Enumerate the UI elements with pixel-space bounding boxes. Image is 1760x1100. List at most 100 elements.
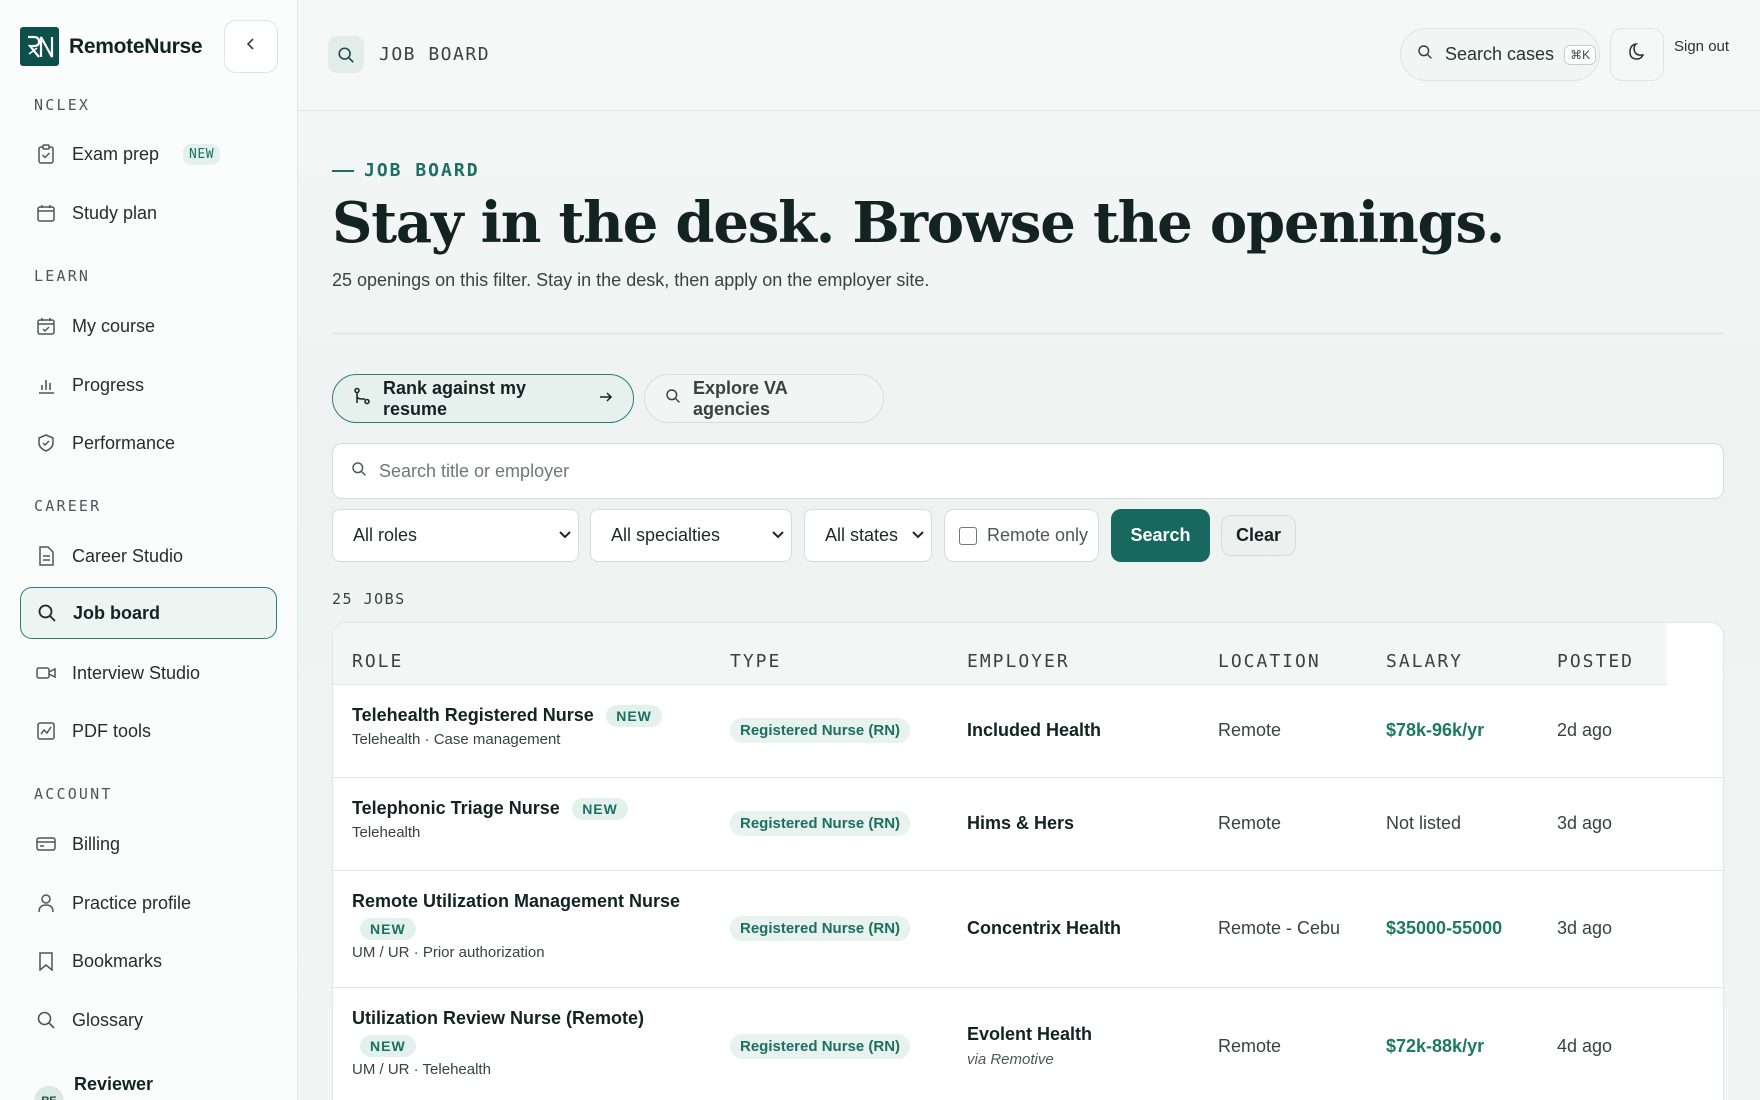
sidebar-item-interview-studio[interactable]: Interview Studio (20, 647, 277, 699)
salary: $72k-88k/yr (1386, 1036, 1485, 1056)
column-header-type[interactable]: TYPE (730, 651, 781, 672)
explore-va-button[interactable]: Explore VA agencies (644, 374, 884, 423)
sidebar-item-career-studio[interactable]: Career Studio (20, 530, 277, 582)
page-title: Stay in the desk. Browse the openings. (332, 190, 1505, 256)
eyebrow: JOB BOARD (332, 160, 480, 181)
avatar: RE (34, 1086, 64, 1100)
search-button[interactable]: Search (1111, 509, 1210, 562)
column-header-posted[interactable]: POSTED (1557, 651, 1634, 672)
page-subtitle: 25 openings on this filter. Stay in the … (332, 270, 930, 290)
employer: Hims & Hers (967, 813, 1075, 833)
employer: Included Health (967, 720, 1102, 740)
table-row[interactable]: Utilization Review Nurse (Remote) NEW UM… (333, 988, 1723, 1100)
search-icon (37, 603, 57, 623)
job-tags: UM / UR · Prior authorization (352, 944, 545, 961)
sidebar-item-bookmarks[interactable]: Bookmarks (20, 935, 277, 987)
column-header-employer[interactable]: EMPLOYER (967, 651, 1070, 672)
type-badge: Registered Nurse (RN) (730, 1034, 911, 1059)
job-title[interactable]: Telehealth Registered Nurse (352, 705, 594, 725)
calendar-check-icon (36, 316, 56, 336)
role-cell: Telephonic Triage Nurse NEW Telehealth (352, 798, 628, 841)
topbar: JOB BOARD Search cases ⌘K Sign out (298, 0, 1760, 111)
roles-select[interactable]: All roles (332, 509, 579, 562)
eyebrow-label: JOB BOARD (364, 160, 480, 181)
chevron-down-icon (558, 525, 572, 546)
sidebar-item-study-plan[interactable]: Study plan (20, 187, 277, 239)
breadcrumb: JOB BOARD (379, 44, 491, 65)
section-nclex: NCLEX (34, 96, 91, 114)
job-search-field[interactable] (332, 443, 1724, 499)
new-badge: NEW (183, 143, 221, 165)
search-icon (1417, 44, 1433, 65)
sidebar-item-practice-profile[interactable]: Practice profile (20, 877, 277, 929)
remote-only-toggle[interactable]: Remote only (944, 509, 1099, 562)
brand-logo[interactable]: RemoteNurse (20, 27, 203, 66)
search-icon (351, 461, 367, 482)
type-badge: Registered Nurse (RN) (730, 811, 911, 836)
via-source: via Remotive (967, 1051, 1054, 1068)
section-account: ACCOUNT (34, 785, 113, 803)
sidebar-item-label: Job board (73, 602, 161, 623)
sidebar-item-label: Interview Studio (72, 662, 201, 683)
search-input[interactable] (379, 460, 1679, 482)
salary: $35000-55000 (1386, 918, 1503, 938)
main-content: JOB BOARD Search cases ⌘K Sign out JOB B… (298, 0, 1760, 1100)
sidebar-item-billing[interactable]: Billing (20, 818, 277, 870)
role-cell: Remote Utilization Management Nurse NEW … (352, 891, 680, 961)
table-row[interactable]: Telephonic Triage Nurse NEW Telehealth R… (333, 778, 1723, 871)
sidebar-item-label: Bookmarks (72, 950, 163, 971)
sidebar-item-job-board[interactable]: Job board (20, 587, 277, 639)
eyebrow-dash (332, 169, 354, 172)
chevron-left-icon (244, 37, 258, 56)
column-header-salary[interactable]: SALARY (1386, 651, 1463, 672)
sign-out-link[interactable]: Sign out (1674, 38, 1729, 55)
sidebar-item-label: Progress (72, 374, 145, 395)
clear-button[interactable]: Clear (1221, 515, 1296, 556)
roles-select-value: All roles (353, 525, 418, 545)
sidebar-item-label: Practice profile (72, 892, 192, 913)
specialties-select[interactable]: All specialties (590, 509, 792, 562)
sidebar-item-exam-prep[interactable]: Exam prep NEW (20, 128, 277, 180)
credit-card-icon (36, 834, 56, 854)
posted: 4d ago (1557, 1036, 1613, 1056)
salary: $78k-96k/yr (1386, 720, 1485, 740)
sidebar-item-label: My course (72, 315, 156, 336)
new-badge: NEW (572, 798, 628, 820)
new-badge: NEW (606, 705, 662, 727)
sidebar-item-my-course[interactable]: My course (20, 300, 277, 352)
sidebar-item-performance[interactable]: Performance (20, 417, 277, 469)
new-badge: NEW (360, 1035, 416, 1057)
states-select-value: All states (825, 525, 899, 545)
sidebar-item-label: PDF tools (72, 720, 152, 741)
job-title[interactable]: Telephonic Triage Nurse (352, 798, 560, 818)
collapse-sidebar-button[interactable] (224, 20, 278, 73)
column-header-location[interactable]: LOCATION (1218, 651, 1321, 672)
location: Remote (1218, 1036, 1282, 1056)
divider (332, 333, 1724, 334)
states-select[interactable]: All states (804, 509, 932, 562)
chevron-down-icon (911, 525, 925, 546)
user-icon (36, 893, 56, 913)
video-icon (36, 663, 56, 683)
search-cases-button[interactable]: Search cases ⌘K (1400, 28, 1600, 81)
theme-toggle-button[interactable] (1610, 28, 1664, 81)
keyboard-shortcut: ⌘K (1564, 44, 1597, 65)
job-title[interactable]: Remote Utilization Management Nurse (352, 891, 680, 912)
remote-only-checkbox[interactable] (959, 526, 977, 545)
table-row[interactable]: Remote Utilization Management Nurse NEW … (333, 871, 1723, 988)
new-badge: NEW (360, 918, 416, 940)
explore-va-label: Explore VA agencies (693, 377, 788, 419)
clipboard-check-icon (36, 144, 56, 164)
sidebar-item-pdf-tools[interactable]: PDF tools (20, 705, 277, 757)
employer: Evolent Health (967, 1024, 1093, 1044)
column-header-role[interactable]: ROLE (352, 651, 403, 672)
sidebar-item-progress[interactable]: Progress (20, 359, 277, 411)
user-menu[interactable]: RE Reviewer (34, 1074, 153, 1100)
user-name: Reviewer (74, 1074, 154, 1094)
rank-resume-button[interactable]: Rank against my resume (332, 374, 634, 423)
employer-cell: Evolent Health via Remotive (967, 1024, 1092, 1068)
job-title[interactable]: Utilization Review Nurse (Remote) (352, 1008, 644, 1029)
sidebar-item-glossary[interactable]: Glossary (20, 994, 277, 1046)
table-row[interactable]: Telehealth Registered Nurse NEW Teleheal… (333, 685, 1723, 778)
job-tags: Telehealth · Case management (352, 731, 561, 748)
